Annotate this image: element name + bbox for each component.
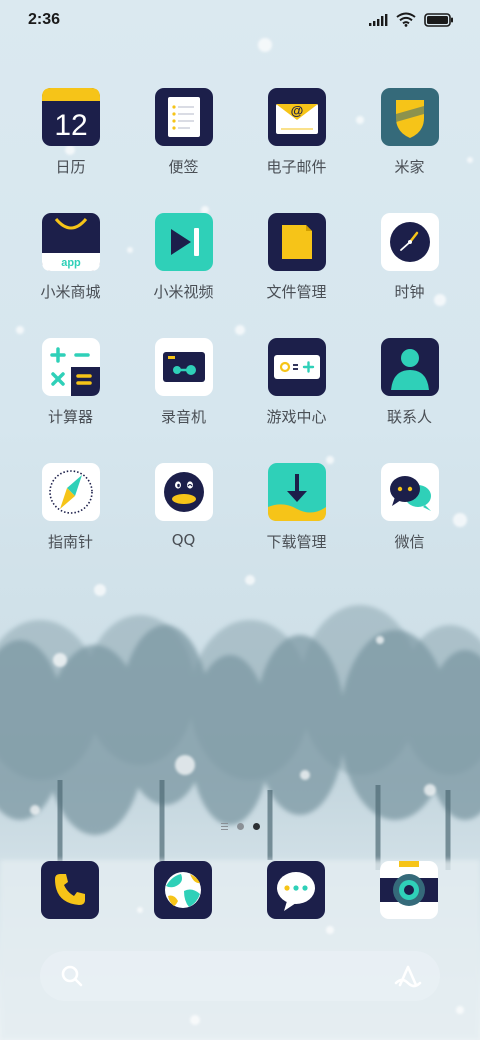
store-app-text: app	[61, 257, 81, 269]
mijia-icon	[380, 88, 439, 146]
app-label: QQ	[171, 531, 196, 549]
app-download-manager[interactable]: 下载管理	[240, 463, 353, 552]
app-notes[interactable]: 便签	[127, 88, 240, 177]
svg-text:@: @	[290, 103, 303, 118]
app-clock[interactable]: 时钟	[353, 213, 466, 302]
app-label: 小米视频	[153, 283, 214, 301]
battery-icon	[424, 12, 453, 27]
recorder-icon	[154, 338, 213, 396]
app-contacts[interactable]: 联系人	[353, 338, 466, 427]
app-mi-store[interactable]: app 小米商城	[14, 213, 127, 302]
clock-icon	[380, 213, 439, 271]
app-label: 小米商城	[40, 283, 101, 301]
app-mijia[interactable]: 米家	[353, 88, 466, 177]
browser-icon[interactable]	[154, 861, 212, 919]
app-calendar[interactable]: 12 日历	[14, 88, 127, 177]
app-calculator[interactable]: 计算器	[14, 338, 127, 427]
assistant-icon[interactable]	[394, 963, 422, 989]
mi-video-icon	[154, 213, 213, 271]
camera-icon[interactable]	[380, 861, 438, 919]
mi-store-icon: app	[41, 213, 100, 271]
game-center-icon	[267, 338, 326, 396]
email-icon: @	[267, 88, 326, 146]
app-file-manager[interactable]: 文件管理	[240, 213, 353, 302]
app-wechat[interactable]: 微信	[353, 463, 466, 552]
app-label: 电子邮件	[266, 158, 327, 176]
app-label: 下载管理	[266, 533, 327, 551]
app-label: 微信	[394, 533, 425, 551]
compass-icon	[41, 463, 100, 521]
wifi-icon	[396, 12, 416, 27]
messages-icon[interactable]	[267, 861, 325, 919]
page-indicator[interactable]	[0, 823, 480, 830]
app-game-center[interactable]: 游戏中心	[240, 338, 353, 427]
file-manager-icon	[267, 213, 326, 271]
app-email[interactable]: @ 电子邮件	[240, 88, 353, 177]
search-icon[interactable]	[60, 964, 84, 988]
page-indicator-dot[interactable]	[236, 823, 244, 830]
app-label: 米家	[394, 158, 425, 176]
wechat-icon	[380, 463, 439, 521]
app-label: 录音机	[160, 408, 206, 426]
contacts-icon	[380, 338, 439, 396]
search-bar[interactable]	[40, 951, 440, 1001]
app-label: 时钟	[394, 283, 425, 301]
calculator-icon	[41, 338, 100, 396]
dock	[14, 861, 466, 919]
download-manager-icon	[267, 463, 326, 521]
app-label: 计算器	[47, 408, 93, 426]
phone-icon[interactable]	[41, 861, 99, 919]
app-label: 日历	[55, 158, 86, 176]
status-time: 2:36	[28, 11, 61, 28]
app-label: 游戏中心	[266, 408, 327, 426]
app-label: 联系人	[386, 408, 432, 426]
app-compass[interactable]: 指南针	[14, 463, 127, 552]
app-recorder[interactable]: 录音机	[127, 338, 240, 427]
qq-icon	[154, 463, 213, 521]
app-label: 指南针	[47, 533, 93, 551]
notes-icon	[154, 88, 213, 146]
calendar-date: 12	[54, 109, 87, 142]
status-bar: 2:36	[0, 0, 480, 42]
app-qq[interactable]: QQ	[127, 463, 240, 549]
page-indicator-dot-active[interactable]	[252, 823, 260, 830]
page-indicator-minus1[interactable]	[220, 823, 228, 830]
app-mi-video[interactable]: 小米视频	[127, 213, 240, 302]
app-label: 文件管理	[266, 283, 327, 301]
calendar-icon: 12	[41, 88, 100, 146]
signal-icon	[369, 13, 388, 26]
app-label: 便签	[168, 158, 199, 176]
